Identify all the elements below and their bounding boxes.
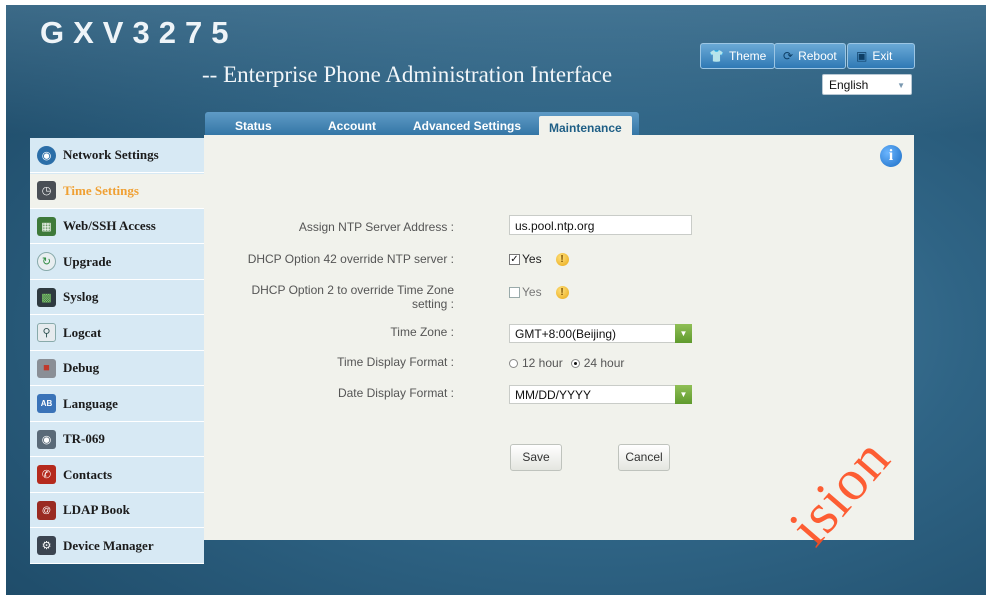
interface-subtitle: -- Enterprise Phone Administration Inter… [202,62,613,87]
sidebar-item-debug[interactable]: ■ Debug [30,351,204,386]
time-format-options: 12 hour 24 hour [509,356,624,370]
dhcp42-checkbox[interactable]: ✓ [509,253,520,265]
sidebar-item-label: Contacts [63,466,113,482]
ntp-server-label: Assign NTP Server Address : [298,220,454,234]
date-format-label: Date Display Format : [337,386,454,400]
web-access-icon: ▦ [37,216,56,236]
info-icon[interactable]: i [880,145,902,167]
warning-icon: ! [555,252,569,266]
sidebar-item-label: Syslog [63,289,99,304]
language-select[interactable]: English ▼ [822,74,912,95]
time-format-12h-label: 12 hour [522,356,563,370]
shirt-icon: 👕 [709,49,724,63]
dhcp2-label-line1: DHCP Option 2 to override Time Zone [251,283,454,297]
date-format-select[interactable]: MM/DD/YYYY ▼ [509,385,692,404]
admin-window: GXV3275 -- Enterprise Phone Administrati… [6,5,986,595]
exit-button-label: Exit [872,49,893,63]
sidebar-item-logcat[interactable]: ⚲ Logcat [30,316,204,351]
time-format-12h-radio[interactable] [509,358,518,368]
language-icon: AB [37,394,56,413]
sidebar-item-tr-069[interactable]: ◉ TR-069 [30,422,204,457]
time-format-24h-label: 24 hour [583,356,625,370]
sidebar-item-contacts[interactable]: ✆ Contacts [30,458,204,493]
dhcp2-checkbox[interactable] [509,286,520,298]
dhcp42-option: ✓ Yes ! [509,252,569,266]
timezone-label: Time Zone : [390,325,454,339]
date-format-selected-value: MM/DD/YYYY [515,388,592,402]
time-format-label: Time Display Format : [337,355,454,369]
ldap-book-icon: @ [37,500,56,520]
dhcp2-label-line2: setting : [411,297,454,311]
ntp-server-input[interactable]: us.pool.ntp.org [509,215,692,235]
debug-icon: ■ [37,358,56,378]
sidebar-item-label: Language [63,395,118,411]
dhcp42-label: DHCP Option 42 override NTP server : [247,252,454,266]
timezone-field: GMT+8:00(Beijing) ▼ [509,324,692,343]
sidebar-item-label: Device Manager [63,537,154,553]
dhcp2-label: DHCP Option 2 to override Time Zone sett… [251,283,454,311]
sidebar-item-time-settings[interactable]: ◷ Time Settings [30,173,204,209]
sidebar-item-ldap-book[interactable]: @ LDAP Book [30,493,204,528]
dhcp2-option: Yes ! [509,285,569,299]
theme-button[interactable]: 👕 Theme [700,43,776,69]
reboot-button[interactable]: ⟳ Reboot [774,43,846,69]
exit-button[interactable]: ▣ Exit [847,43,915,69]
contacts-icon: ✆ [37,465,56,484]
save-button[interactable]: Save [510,444,562,471]
syslog-icon: ▩ [37,287,56,307]
sidebar-item-label: Network Settings [63,147,159,162]
sidebar-item-label: Time Settings [63,182,139,198]
dhcp2-option-label: Yes [522,285,542,299]
upgrade-icon: ↻ [37,252,56,271]
reboot-button-label: Reboot [798,49,837,63]
sidebar-item-label: TR-069 [63,431,105,446]
sidebar-item-device-manager[interactable]: ⚙ Device Manager [30,529,204,564]
sidebar-item-network-settings[interactable]: ◉ Network Settings [30,138,204,173]
timezone-selected-value: GMT+8:00(Beijing) [515,327,617,341]
ntp-server-field: us.pool.ntp.org [509,215,692,235]
refresh-icon: ⟳ [783,49,794,63]
chevron-down-icon: ▼ [897,81,905,90]
chevron-down-icon: ▼ [675,324,692,343]
language-selected-value: English [829,78,869,92]
date-format-field: MM/DD/YYYY ▼ [509,385,692,404]
sidebar-item-label: Debug [63,360,100,375]
sidebar-item-label: Logcat [63,324,102,340]
sidebar-item-language[interactable]: AB Language [30,387,204,422]
theme-button-label: Theme [728,49,767,63]
dhcp42-option-label: Yes [522,252,542,266]
sidebar: ◉ Network Settings ◷ Time Settings ▦ Web… [30,138,204,564]
logcat-icon: ⚲ [37,323,56,342]
timezone-select[interactable]: GMT+8:00(Beijing) ▼ [509,324,692,343]
time-format-24h-radio[interactable] [570,358,580,368]
tr069-icon: ◉ [37,429,56,449]
network-icon: ◉ [37,145,56,165]
sidebar-item-label: LDAP Book [63,502,130,517]
sidebar-item-web-ssh-access[interactable]: ▦ Web/SSH Access [30,209,204,244]
sidebar-item-label: Upgrade [63,253,112,269]
clock-icon: ◷ [37,181,56,200]
chevron-down-icon: ▼ [675,385,692,404]
product-logo: GXV3275 [40,15,238,50]
exit-door-icon: ▣ [856,49,868,63]
sidebar-item-upgrade[interactable]: ↻ Upgrade [30,245,204,280]
sidebar-item-syslog[interactable]: ▩ Syslog [30,280,204,315]
device-manager-icon: ⚙ [37,536,56,555]
warning-icon: ! [555,285,569,299]
cancel-button[interactable]: Cancel [618,444,670,471]
sidebar-item-label: Web/SSH Access [63,218,156,233]
